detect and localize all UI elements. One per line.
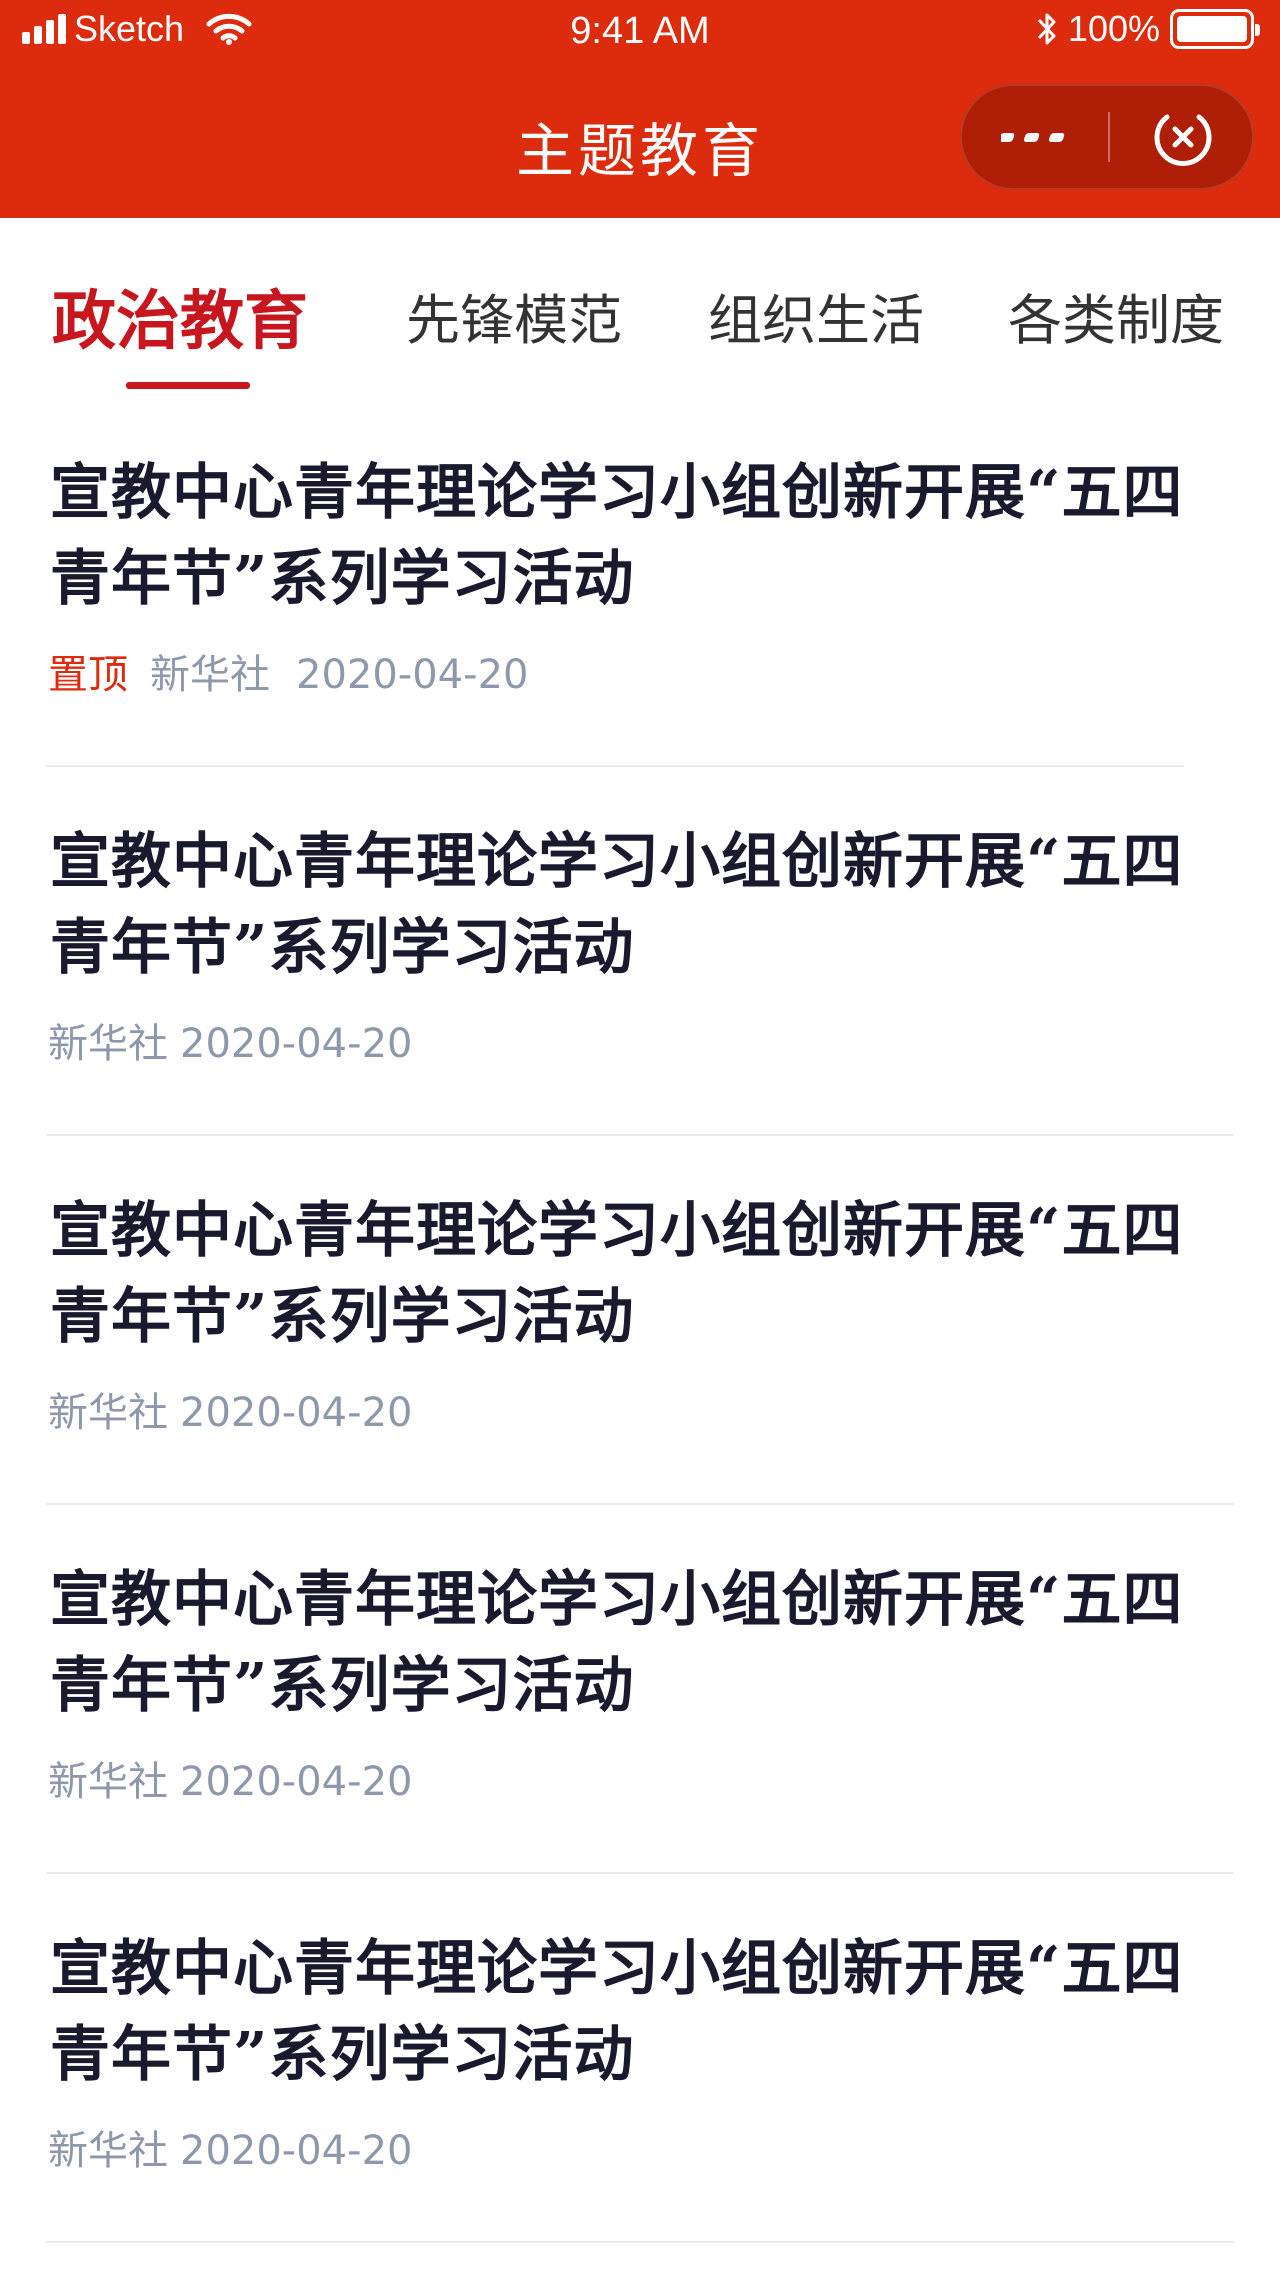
app-header: Sketch 9:41 AM 100% 主题教育 bbox=[0, 0, 1280, 218]
article-title: 宣教中心青年理论学习小组创新开展“五四青年节”系列学习活动 bbox=[50, 1565, 1184, 1721]
category-tabs: 政治教育 先锋模范 组织生活 各类制度 bbox=[0, 218, 1280, 398]
article-date: 2020-04-20 bbox=[180, 1021, 413, 1067]
status-bar: Sketch 9:41 AM 100% bbox=[0, 0, 1280, 70]
article-title: 宣教中心青年理论学习小组创新开展“五四青年节”系列学习活动 bbox=[50, 1196, 1184, 1352]
tab-regulations[interactable]: 各类制度 bbox=[1008, 276, 1224, 355]
article-meta: 新华社 2020-04-20 bbox=[48, 1380, 412, 1438]
article-title: 宣教中心青年理论学习小组创新开展“五四青年节”系列学习活动 bbox=[50, 827, 1184, 983]
article-source: 新华社 bbox=[150, 652, 270, 698]
article-date: 2020-04-20 bbox=[180, 1390, 413, 1436]
article-date: 2020-04-20 bbox=[180, 2128, 413, 2174]
article-source: 新华社 bbox=[48, 1390, 168, 1436]
tab-political-education[interactable]: 政治教育 bbox=[52, 270, 308, 362]
battery-percent: 100% bbox=[1067, 8, 1160, 49]
active-tab-indicator bbox=[126, 382, 250, 389]
divider bbox=[46, 2241, 1234, 2243]
article-meta: 新华社 2020-04-20 bbox=[48, 2118, 412, 2176]
list-item[interactable]: 宣教中心青年理论学习小组创新开展“五四青年节”系列学习活动 新华社 2020-04… bbox=[0, 767, 1280, 1136]
article-source: 新华社 bbox=[48, 1759, 168, 1805]
article-source: 新华社 bbox=[48, 2128, 168, 2174]
close-circle-icon bbox=[1154, 114, 1212, 166]
article-title: 宣教中心青年理论学习小组创新开展“五四青年节”系列学习活动 bbox=[50, 458, 1184, 614]
list-item[interactable]: 宣教中心青年理论学习小组创新开展“五四青年节”系列学习活动 新华社 2020-04… bbox=[0, 1505, 1280, 1874]
list-item[interactable]: 宣教中心青年理论学习小组创新开展“五四青年节”系列学习活动 置顶 新华社 2020-… bbox=[0, 398, 1280, 767]
miniprogram-capsule bbox=[960, 84, 1254, 190]
tab-organization-life[interactable]: 组织生活 bbox=[708, 276, 924, 355]
article-date: 2020-04-20 bbox=[180, 1759, 413, 1805]
article-date: 2020-04-20 bbox=[296, 652, 529, 698]
article-source: 新华社 bbox=[48, 1021, 168, 1067]
battery-fill bbox=[1177, 16, 1247, 42]
list-item[interactable]: 宣教中心青年理论学习小组创新开展“五四青年节”系列学习活动 新华社 2020-04… bbox=[0, 1874, 1280, 2243]
article-title: 宣教中心青年理论学习小组创新开展“五四青年节”系列学习活动 bbox=[50, 1934, 1184, 2090]
list-item[interactable]: 宣教中心青年理论学习小组创新开展“五四青年节”系列学习活动 新华社 2020-04… bbox=[0, 1136, 1280, 1505]
close-button[interactable] bbox=[1110, 86, 1256, 188]
bluetooth-icon bbox=[1037, 13, 1056, 45]
tab-vanguard-models[interactable]: 先锋模范 bbox=[406, 276, 622, 355]
article-meta: 新华社 2020-04-20 bbox=[48, 1011, 412, 1069]
battery-icon bbox=[1170, 9, 1260, 49]
more-button[interactable] bbox=[962, 86, 1108, 188]
pinned-badge: 置顶 bbox=[48, 652, 128, 698]
article-list: 宣教中心青年理论学习小组创新开展“五四青年节”系列学习活动 置顶 新华社 2020-… bbox=[0, 398, 1280, 2243]
article-meta: 新华社 2020-04-20 bbox=[48, 1749, 412, 1807]
more-dots-icon bbox=[1001, 133, 1065, 142]
status-right: 100% bbox=[1036, 8, 1260, 50]
article-meta: 置顶 新华社 2020-04-20 bbox=[48, 642, 528, 700]
